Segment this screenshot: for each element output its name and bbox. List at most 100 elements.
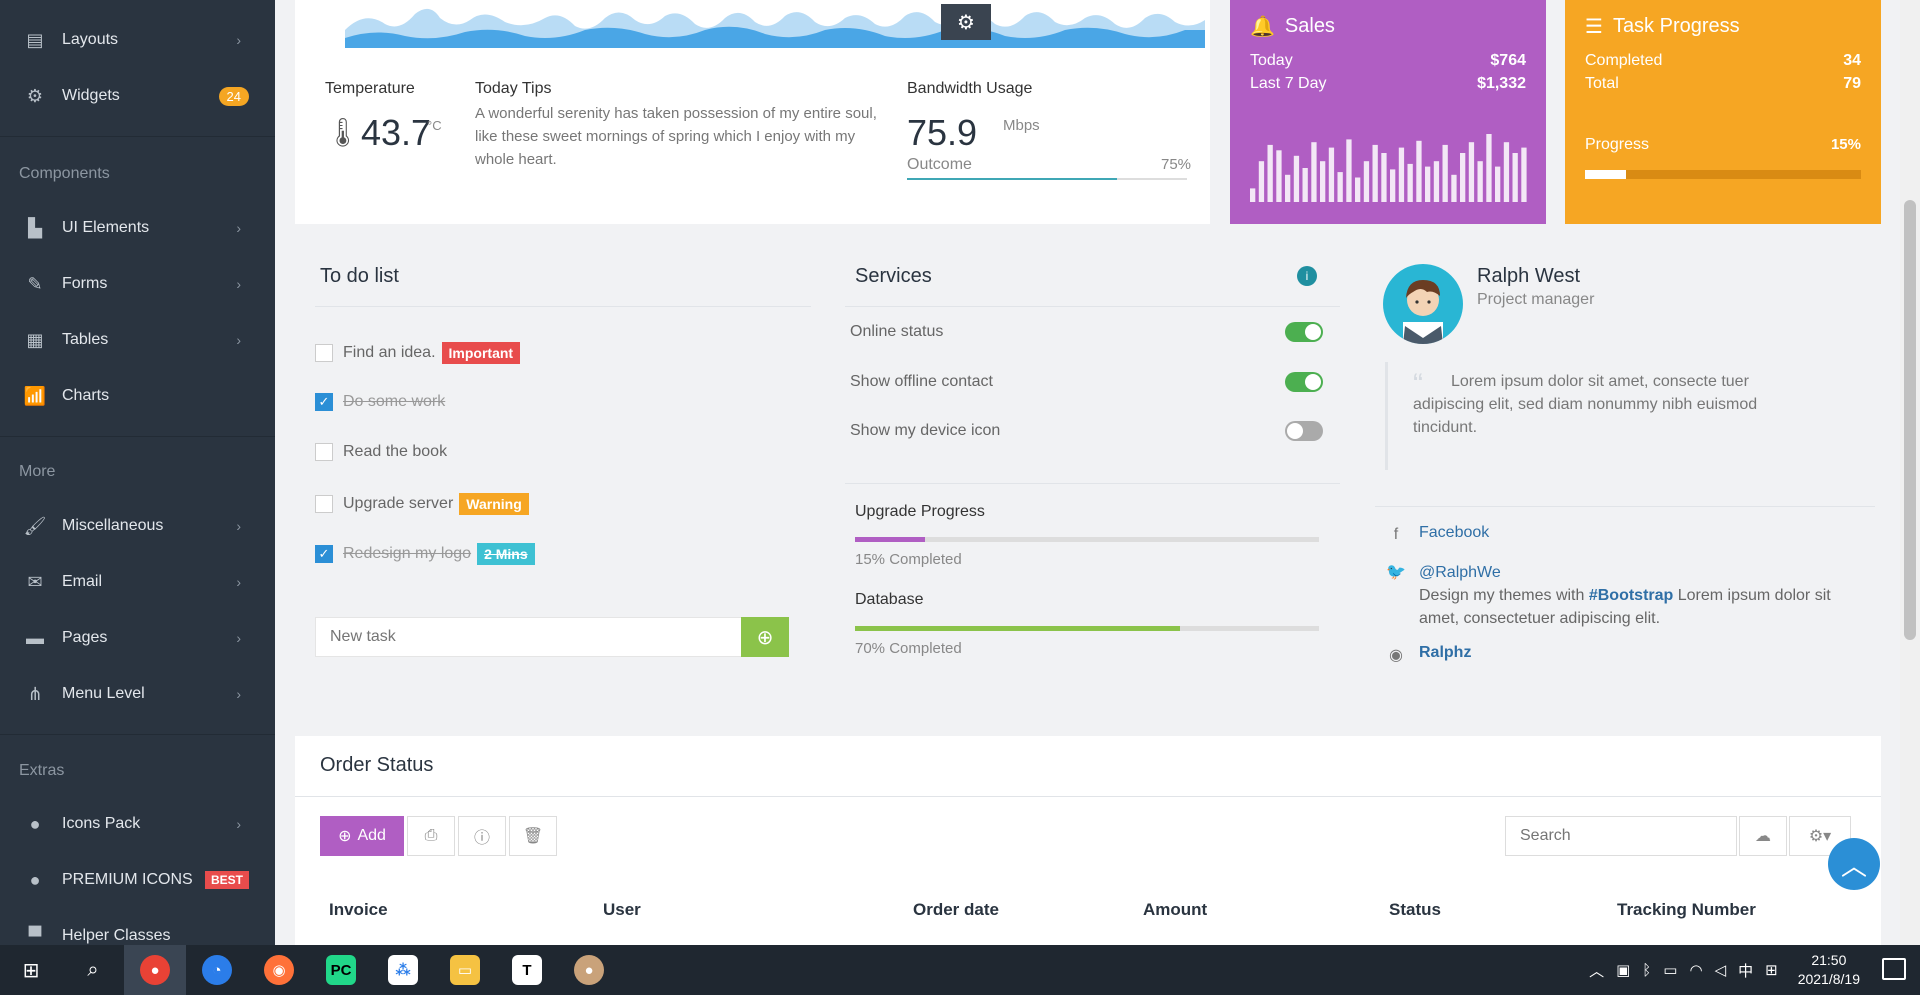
app-dots-icon[interactable]: ⁂	[372, 945, 434, 995]
battery-icon[interactable]: ▭	[1663, 961, 1677, 979]
online-status-toggle[interactable]	[1285, 322, 1323, 342]
offline-contact-toggle[interactable]	[1285, 372, 1323, 392]
volume-icon[interactable]: ◁	[1715, 961, 1727, 979]
tray-app-icon[interactable]: ▣	[1616, 961, 1630, 979]
weather-wave-chart	[345, 0, 1205, 48]
checkbox[interactable]	[315, 495, 333, 513]
bootstrap-hashtag-link[interactable]: #Bootstrap	[1589, 587, 1673, 604]
instagram-link[interactable]: Ralphz	[1419, 644, 1471, 662]
chevron-right-icon: ›	[236, 276, 241, 292]
brush-icon: 🖌	[23, 515, 47, 536]
new-task-input[interactable]	[315, 617, 743, 657]
plus-circle-icon: ⊕	[756, 626, 774, 649]
ime-indicator[interactable]: 中	[1738, 960, 1753, 981]
service-row-label: Show my device icon	[850, 422, 1001, 439]
checkbox-checked[interactable]: ✓	[315, 393, 333, 411]
download-button[interactable]: ☁	[1739, 816, 1787, 856]
column-header-tracking-number[interactable]: Tracking Number	[1617, 900, 1756, 920]
facebook-link[interactable]: Facebook	[1419, 524, 1489, 542]
sales-bar	[1372, 144, 1378, 202]
sidebar-item-forms[interactable]: ✎ Forms ›	[0, 262, 275, 306]
sidebar-item-helper-classes[interactable]: ▀ Helper Classes	[0, 914, 275, 946]
add-task-button[interactable]: ⊕	[741, 617, 789, 657]
notification-icon[interactable]	[1882, 958, 1906, 980]
sales-bar	[1460, 153, 1466, 202]
facebook-link-row[interactable]: f Facebook	[1385, 524, 1490, 546]
sidebar-item-menu-level[interactable]: ⋔ Menu Level ›	[0, 672, 275, 716]
pycharm-icon[interactable]: PC	[310, 945, 372, 995]
instagram-link-row[interactable]: ◉ Ralphz	[1385, 644, 1471, 666]
gear-icon[interactable]: ⚙	[941, 4, 991, 40]
app-blue-icon[interactable]: ◔	[186, 945, 248, 995]
temperature-value: 43.7	[361, 112, 432, 153]
total-value: 79	[1843, 75, 1861, 92]
twitter-handle-link[interactable]: @RalphWe	[1419, 561, 1859, 584]
sales-last7-label: Last 7 Day	[1250, 75, 1327, 92]
sidebar-item-widgets[interactable]: ⚙ Widgets 24	[0, 74, 275, 118]
checkbox-checked[interactable]: ✓	[315, 545, 333, 563]
keyboard-icon[interactable]: ⊞	[1765, 961, 1778, 979]
thermometer-icon: 🌡	[325, 117, 361, 148]
sidebar-item-pages[interactable]: ▬ Pages ›	[0, 616, 275, 660]
sales-bar	[1433, 161, 1440, 202]
sidebar-item-tables[interactable]: ▦ Tables ›	[0, 318, 275, 362]
time-tag: 2 Mins	[477, 543, 535, 565]
sales-bar	[1486, 134, 1492, 202]
sales-last7-value: $1,332	[1477, 75, 1526, 92]
scroll-to-top-button[interactable]: ︿	[1828, 838, 1880, 890]
print-button[interactable]: ⎙	[407, 816, 455, 856]
delete-button[interactable]: 🗑	[509, 816, 557, 856]
database-label: Database	[855, 591, 924, 608]
tips-label: Today Tips	[475, 80, 552, 97]
sidebar-item-email[interactable]: ✉ Email ›	[0, 560, 275, 604]
sidebar-item-premium-icons[interactable]: ● PREMIUM ICONS BEST	[0, 858, 275, 902]
chrome-icon[interactable]: ●	[124, 945, 186, 995]
column-header-user[interactable]: User	[603, 900, 641, 920]
typora-icon[interactable]: T	[496, 945, 558, 995]
sidebar-item-label: Miscellaneous	[62, 517, 164, 534]
add-button[interactable]: ⊕ Add	[320, 816, 404, 856]
sidebar-section-components: Components	[19, 165, 110, 182]
clock[interactable]: 21:50 2021/8/19	[1798, 951, 1860, 989]
todo-item-text: Find an idea.	[343, 344, 436, 361]
sidebar-item-label: Tables	[62, 331, 109, 348]
weather-card: ⚙ Temperature 🌡 43.7 °C Today Tips A won…	[295, 0, 1210, 224]
sales-bar	[1390, 169, 1396, 202]
file-explorer-icon[interactable]: ▭	[434, 945, 496, 995]
firefox-icon[interactable]: ◉	[248, 945, 310, 995]
info-icon[interactable]: i	[1297, 266, 1317, 286]
tray-chevron-up-icon[interactable]: ︿	[1589, 960, 1604, 981]
sales-bar	[1363, 161, 1370, 202]
order-status-card: Order Status ⊕ Add ⎙ ⓘ 🗑 ☁ ⚙▾ Invoice Us…	[295, 736, 1881, 945]
todo-item[interactable]: ✓ Redesign my logo 2 Mins	[315, 543, 535, 565]
progress-label: Progress	[1585, 136, 1650, 153]
vertical-scrollbar[interactable]	[1900, 0, 1920, 945]
checkbox[interactable]	[315, 443, 333, 461]
todo-item[interactable]: Read the book	[315, 443, 447, 461]
todo-item-text: Read the book	[343, 443, 448, 460]
column-header-order-date[interactable]: Order date	[913, 900, 999, 920]
scrollbar-thumb[interactable]	[1904, 200, 1916, 640]
task-progress-title: ☰ Task Progress	[1585, 14, 1740, 39]
search-icon[interactable]: ⌕	[62, 945, 124, 995]
column-header-status[interactable]: Status	[1389, 900, 1441, 920]
sidebar-item-charts[interactable]: 📶 Charts	[0, 374, 275, 418]
cat-app-icon[interactable]: ●	[558, 945, 620, 995]
sidebar-item-label: Forms	[62, 275, 108, 292]
sidebar-item-miscellaneous[interactable]: 🖌 Miscellaneous ›	[0, 504, 275, 548]
wifi-icon[interactable]: ◠	[1689, 961, 1702, 979]
todo-item[interactable]: Find an idea. Important	[315, 342, 521, 364]
column-header-amount[interactable]: Amount	[1143, 900, 1207, 920]
checkbox[interactable]	[315, 344, 333, 362]
sidebar-item-layouts[interactable]: ▤ Layouts ›	[0, 18, 275, 62]
windows-start-icon[interactable]: ⊞	[0, 945, 62, 995]
column-header-invoice[interactable]: Invoice	[329, 900, 388, 920]
sidebar-item-ui-elements[interactable]: ▙ UI Elements ›	[0, 206, 275, 250]
todo-item[interactable]: Upgrade server Warning	[315, 493, 529, 515]
device-icon-toggle[interactable]	[1285, 421, 1323, 441]
todo-item[interactable]: ✓ Do some work	[315, 393, 445, 411]
sidebar-item-icons-pack[interactable]: ● Icons Pack ›	[0, 802, 275, 846]
search-input[interactable]	[1505, 816, 1737, 856]
export-button[interactable]: ⓘ	[458, 816, 506, 856]
bluetooth-icon[interactable]: ᛒ	[1642, 962, 1651, 979]
